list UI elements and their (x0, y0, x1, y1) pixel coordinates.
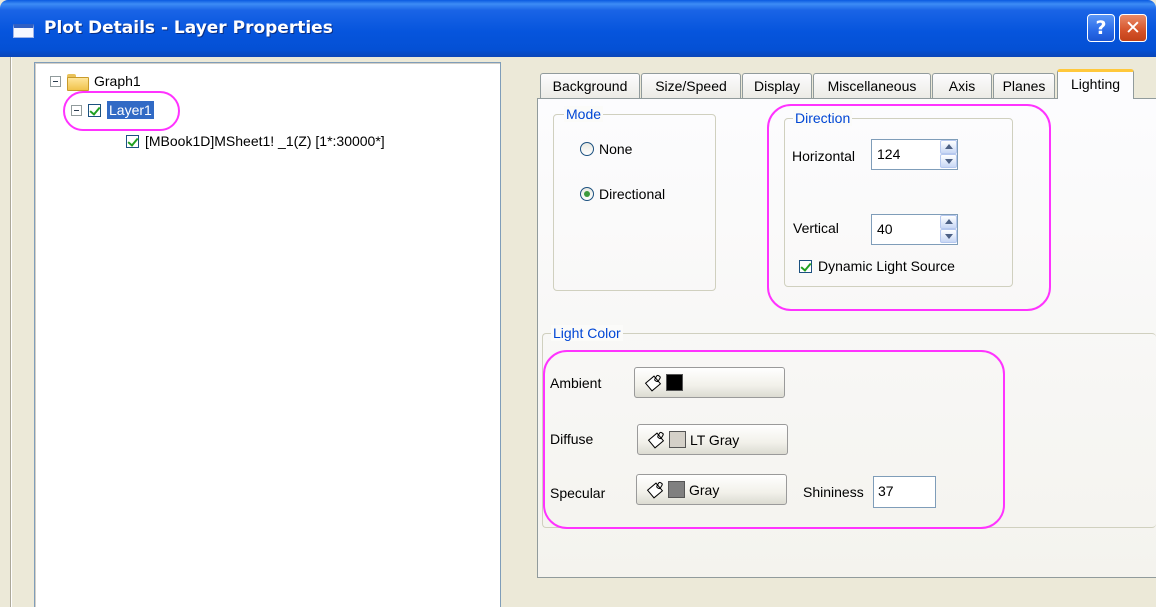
tab-background[interactable]: Background (540, 73, 640, 98)
diffuse-color-button[interactable]: LT Gray (637, 424, 788, 455)
specular-swatch (668, 481, 685, 498)
dataset-checkbox[interactable] (126, 134, 139, 148)
specular-color-button[interactable]: Gray (636, 474, 787, 505)
close-button[interactable]: ✕ (1119, 14, 1147, 42)
tree-view[interactable]: Graph1 Layer1 [MBook1D]MSheet1! _1(Z) [1… (34, 62, 501, 607)
diffuse-color-name: LT Gray (690, 431, 740, 448)
collapse-icon[interactable] (71, 104, 82, 116)
spin-up-icon[interactable] (940, 215, 957, 229)
tab-miscellaneous[interactable]: Miscellaneous (813, 73, 931, 98)
tab-planes[interactable]: Planes (993, 73, 1055, 98)
tree-node-dataset[interactable]: [MBook1D]MSheet1! _1(Z) [1*:30000*] (126, 133, 385, 149)
tab-size-speed[interactable]: Size/Speed (641, 73, 741, 98)
shininess-label: Shininess (803, 484, 864, 500)
light-color-group-title: Light Color (551, 325, 623, 341)
dynamic-light-check-icon[interactable] (799, 259, 812, 273)
tab-display[interactable]: Display (742, 73, 812, 98)
vertical-spinner[interactable] (940, 215, 957, 244)
paint-bucket-icon (646, 481, 664, 499)
tree-node-graph[interactable]: Graph1 (50, 73, 141, 91)
radio-none-icon[interactable] (580, 142, 594, 156)
tree-node-dataset-label: [MBook1D]MSheet1! _1(Z) [1*:30000*] (145, 133, 385, 149)
spin-up-icon[interactable] (940, 140, 957, 154)
horizontal-spinner[interactable] (940, 140, 957, 169)
tab-axis[interactable]: Axis (932, 73, 992, 98)
radio-mode-directional[interactable]: Directional (580, 186, 665, 202)
specular-label: Specular (550, 485, 606, 501)
tab-lighting[interactable]: Lighting (1057, 69, 1134, 99)
tree-node-layer[interactable]: Layer1 (71, 101, 154, 119)
dynamic-light-label: Dynamic Light Source (818, 258, 955, 274)
dynamic-light-source-checkbox[interactable]: Dynamic Light Source (799, 258, 955, 274)
spin-down-icon[interactable] (940, 154, 957, 168)
tree-node-layer-label[interactable]: Layer1 (107, 101, 154, 119)
paint-bucket-icon (647, 431, 665, 449)
mode-group-title: Mode (564, 106, 604, 122)
radio-none-label: None (599, 141, 633, 157)
radio-directional-label: Directional (599, 186, 666, 202)
tree-node-graph-label: Graph1 (94, 73, 141, 89)
diffuse-swatch (669, 431, 686, 448)
collapse-icon[interactable] (50, 75, 61, 87)
diffuse-label: Diffuse (550, 431, 594, 447)
specular-color-name: Gray (689, 481, 720, 498)
mode-group: Mode (553, 106, 716, 291)
layer-checkbox[interactable] (88, 103, 101, 117)
ambient-swatch (666, 374, 683, 391)
folder-icon (67, 73, 89, 91)
help-button[interactable]: ? (1087, 14, 1115, 42)
title-bar[interactable]: Plot Details - Layer Properties ? ✕ (0, 0, 1156, 57)
window-left-border (10, 57, 12, 607)
ambient-label: Ambient (550, 375, 602, 391)
direction-group-title: Direction (793, 110, 853, 126)
window-icon (13, 24, 34, 38)
horizontal-label: Horizontal (792, 148, 856, 164)
vertical-label: Vertical (793, 220, 839, 236)
ambient-color-button[interactable] (634, 367, 785, 398)
shininess-input[interactable]: 37 (873, 476, 936, 508)
spin-down-icon[interactable] (940, 229, 957, 243)
radio-directional-icon[interactable] (580, 187, 594, 201)
bottom-strip (539, 578, 1156, 607)
window-title: Plot Details - Layer Properties (44, 18, 333, 38)
radio-mode-none[interactable]: None (580, 141, 632, 157)
paint-bucket-icon (644, 374, 662, 392)
